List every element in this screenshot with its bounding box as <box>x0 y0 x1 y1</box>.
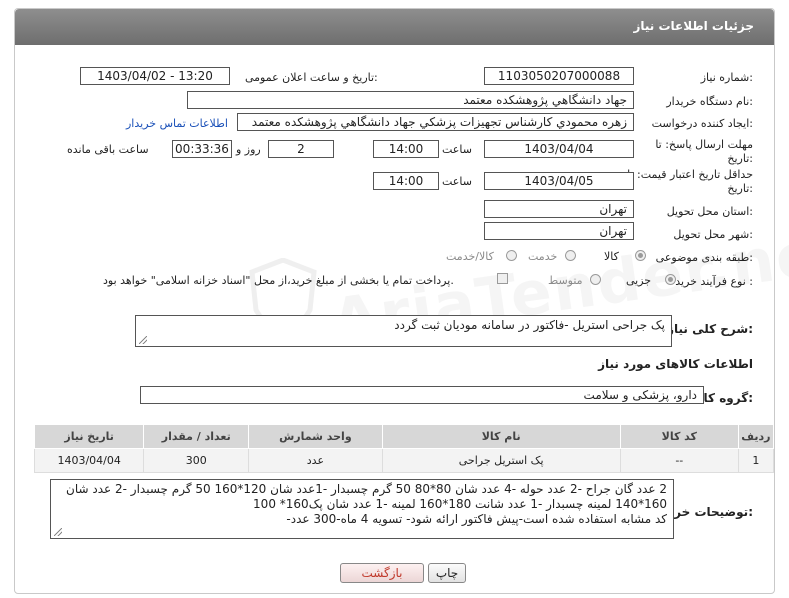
resize-grip-icon[interactable] <box>139 336 147 344</box>
general-desc-text: پک جراحی استریل -فاکتور در سامانه مودیان… <box>394 318 665 332</box>
subject-goods-label: کالا <box>604 250 619 263</box>
announce-datetime-label: تاریخ و ساعت اعلان عمومی: <box>245 71 378 84</box>
panel-header: جزئیات اطلاعات نیاز <box>15 9 774 45</box>
treasury-payment-note: پرداخت تمام یا بخشی از مبلغ خرید،از محل … <box>103 274 454 287</box>
process-minor-label: جزیی <box>626 274 652 287</box>
row-number: 1 <box>737 448 775 473</box>
buyer-org-field: جهاد دانشگاهي پژوهشکده معتمد <box>187 91 634 109</box>
item-qty: 300 <box>143 448 250 473</box>
requester-field: زهره محمودي کارشناس تجهیزات پزشکي جهاد د… <box>237 113 634 131</box>
price-validity-label-date: تاریخ: <box>727 182 753 195</box>
process-medium-label: متوسط <box>548 274 583 287</box>
col-row: ردیف <box>737 424 775 449</box>
price-validity-time-field: 14:00 <box>373 172 439 190</box>
subject-goods-service-radio[interactable] <box>506 250 517 261</box>
items-table: ردیف کد کالا نام کالا واحد شمارش تعداد /… <box>33 424 775 473</box>
item-unit: عدد <box>248 448 383 473</box>
general-desc-textarea[interactable]: پک جراحی استریل -فاکتور در سامانه مودیان… <box>135 315 672 347</box>
back-button[interactable]: بازگشت <box>340 563 424 583</box>
reply-deadline-label-date: تاریخ: <box>727 152 753 165</box>
col-name: نام کالا <box>381 424 621 449</box>
reply-deadline-label: مهلت ارسال پاسخ: تا <box>655 138 753 151</box>
delivery-city-label: شهر محل تحویل: <box>673 228 753 241</box>
price-validity-time-label: ساعت <box>442 175 472 188</box>
print-button[interactable]: چاپ <box>428 563 466 583</box>
subject-goods-radio[interactable] <box>635 250 646 261</box>
price-validity-date-field: 1403/04/05 <box>484 172 634 190</box>
requester-label: ایجاد کننده درخواست: <box>651 117 753 130</box>
purchase-process-label: نوع فرآیند خرید : <box>675 275 753 288</box>
buyer-notes-line: 2 عدد گان جراح -2 عدد حوله -4 عدد شان 80… <box>66 482 667 496</box>
process-medium-radio[interactable] <box>590 274 601 285</box>
item-group-field: دارو، پزشکی و سلامت <box>140 386 704 404</box>
treasury-payment-checkbox[interactable] <box>497 273 508 284</box>
subject-service-label: خدمت <box>528 250 558 263</box>
need-number-field: 1103050207000088 <box>484 67 634 85</box>
delivery-city-field: تهران <box>484 222 634 240</box>
col-date: تاریخ نیاز <box>33 424 145 449</box>
table-row: 1 -- پک استریل جراحی عدد 300 1403/04/04 <box>33 448 775 473</box>
item-name: پک استریل جراحی <box>381 448 621 473</box>
col-qty: تعداد / مقدار <box>143 424 250 449</box>
buyer-notes-line: کد مشابه استفاده شده است-پیش فاکتور ارائ… <box>286 512 667 526</box>
general-desc-label: شرح کلی نیاز: <box>667 322 753 336</box>
remaining-time-label: ساعت باقی مانده <box>67 143 149 156</box>
reply-deadline-date-field: 1403/04/04 <box>484 140 634 158</box>
remaining-time-field: 00:33:36 <box>172 140 232 158</box>
reply-days-field: 2 <box>268 140 334 158</box>
col-code: کد کالا <box>619 424 739 449</box>
announce-datetime-field: 1403/04/02 - 13:20 <box>80 67 230 85</box>
price-validity-label: حداقل تاریخ اعتبار قیمت: تا <box>627 168 753 181</box>
items-section-title: اطلاعات کالاهای مورد نیاز <box>598 357 753 371</box>
delivery-province-field: تهران <box>484 200 634 218</box>
panel-title: جزئیات اطلاعات نیاز <box>633 19 754 33</box>
items-table-header: ردیف کد کالا نام کالا واحد شمارش تعداد /… <box>33 424 775 449</box>
buyer-org-label: نام دستگاه خریدار: <box>666 95 753 108</box>
reply-deadline-time-field: 14:00 <box>373 140 439 158</box>
col-unit: واحد شمارش <box>248 424 383 449</box>
resize-grip-icon[interactable] <box>54 528 62 536</box>
subject-goods-service-label: کالا/خدمت <box>446 250 494 263</box>
item-code: -- <box>619 448 739 473</box>
item-date: 1403/04/04 <box>33 448 145 473</box>
reply-time-label: ساعت <box>442 143 472 156</box>
buyer-contact-link[interactable]: اطلاعات تماس خریدار <box>126 117 228 130</box>
reply-days-label: روز و <box>236 143 261 156</box>
delivery-province-label: استان محل تحویل: <box>666 205 753 218</box>
buyer-notes-textarea[interactable]: 2 عدد گان جراح -2 عدد حوله -4 عدد شان 80… <box>50 479 674 539</box>
subject-service-radio[interactable] <box>565 250 576 261</box>
need-number-label: شماره نیاز: <box>700 71 753 84</box>
subject-class-label: طبقه بندی موضوعی: <box>655 251 753 264</box>
process-minor-radio[interactable] <box>665 274 676 285</box>
buyer-notes-line: 160*140 لمینه چسبدار -1 عدد شانت 180*160… <box>253 497 667 511</box>
